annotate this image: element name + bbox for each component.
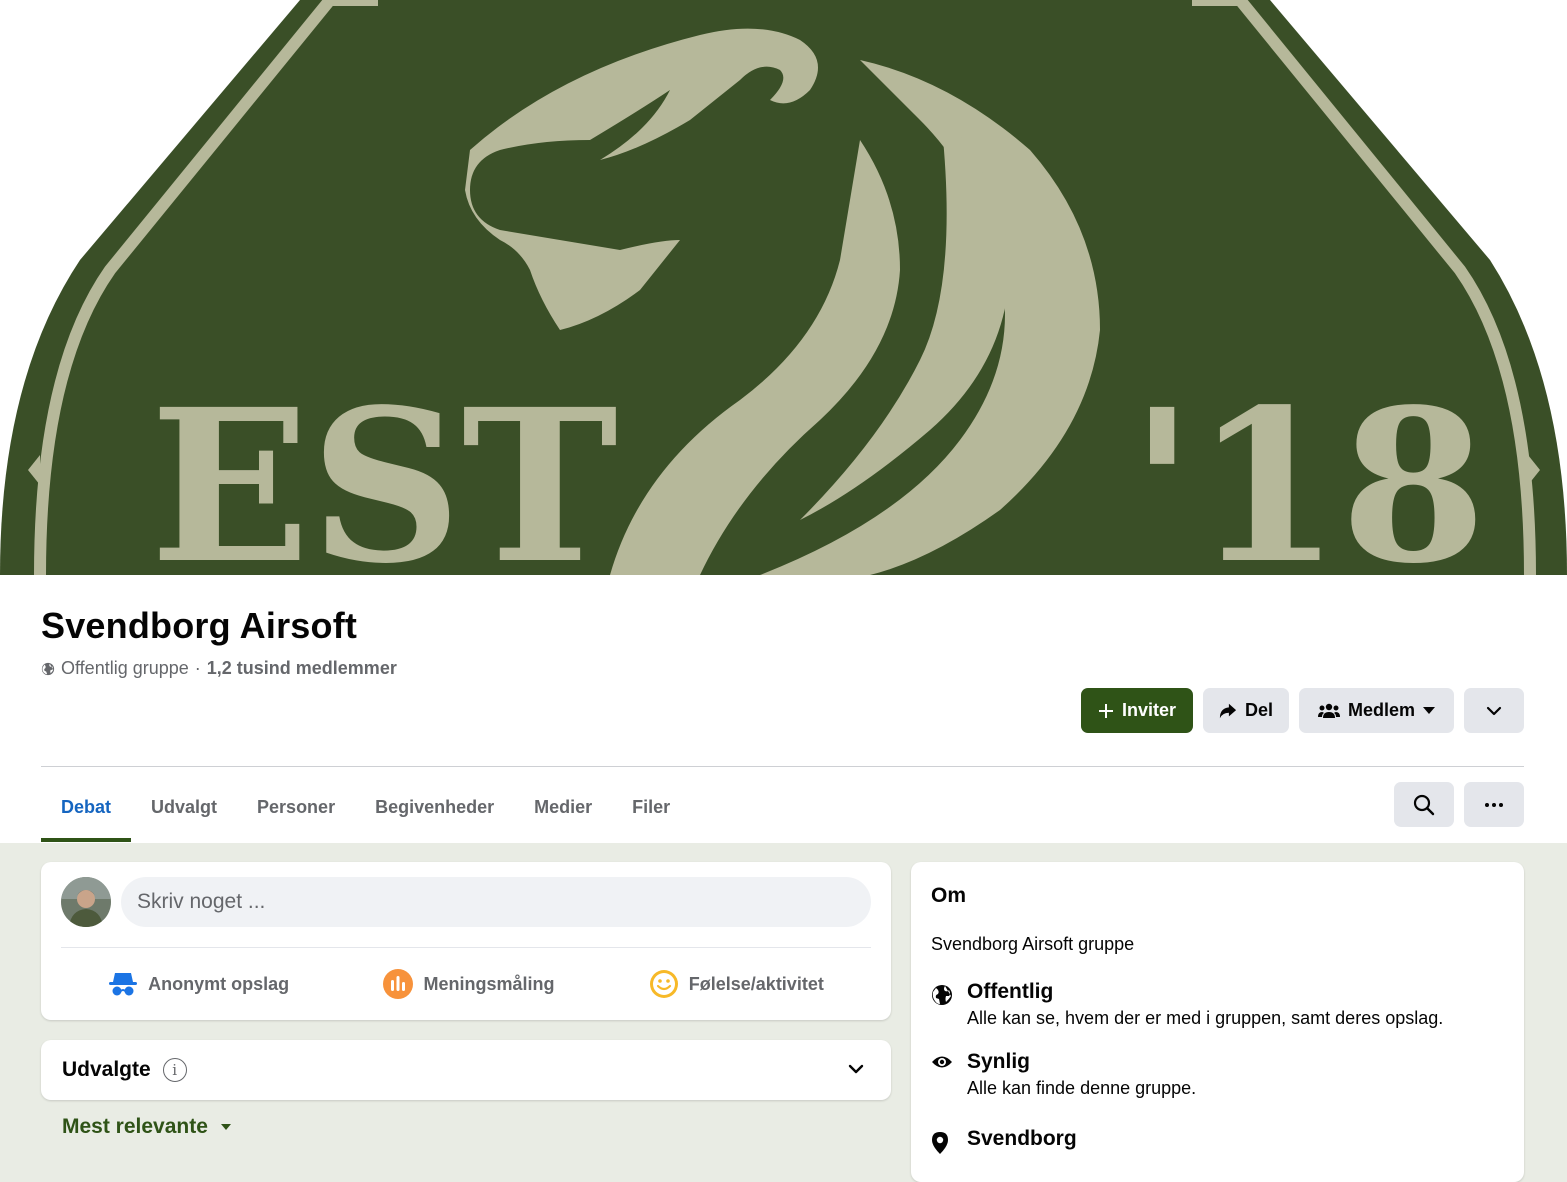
- tab-udvalgt[interactable]: Udvalgt: [131, 772, 237, 842]
- poll-option[interactable]: Meningsmåling: [383, 969, 554, 999]
- info-icon[interactable]: i: [162, 1058, 187, 1082]
- chevron-down-icon: [1486, 706, 1502, 715]
- more-button[interactable]: [1464, 782, 1524, 827]
- privacy-label[interactable]: Offentlig gruppe: [61, 658, 189, 679]
- tab-debat[interactable]: Debat: [41, 772, 132, 842]
- visibility-title: Synlig: [967, 1050, 1031, 1073]
- featured-title: Udvalgte: [62, 1058, 151, 1081]
- meta-separator: ·: [194, 658, 201, 678]
- composer-input[interactable]: Skriv noget ...: [121, 877, 871, 927]
- group-header: Svendborg Airsoft Offentlig gruppe · 1,2…: [0, 575, 1567, 843]
- feeling-activity-label: Følelse/aktivitet: [688, 973, 824, 994]
- group-name[interactable]: Svendborg Airsoft: [41, 605, 357, 647]
- about-title: Om: [931, 884, 967, 907]
- avatar[interactable]: [61, 877, 111, 927]
- poll-icon: [383, 969, 414, 999]
- search-icon: [1413, 794, 1435, 815]
- tab-actions: [1394, 782, 1524, 827]
- tab-medier[interactable]: Medier: [514, 772, 612, 842]
- cover-photo[interactable]: EST '18: [0, 0, 1567, 575]
- feeling-activity-option[interactable]: Følelse/aktivitet: [649, 969, 824, 999]
- post-composer: Skriv noget ... Anonymt opslag Meningsmå…: [41, 862, 891, 1020]
- cover-year-text: '18: [1130, 363, 1487, 575]
- share-arrow-icon: [1219, 703, 1237, 718]
- member-count[interactable]: 1,2 tusind medlemmer: [207, 658, 397, 679]
- eye-icon: [932, 1056, 952, 1068]
- globe-icon: [932, 985, 952, 1005]
- anonymous-post-label: Anonymt opslag: [148, 973, 290, 994]
- tab-personer[interactable]: Personer: [237, 772, 355, 842]
- location-title[interactable]: Svendborg: [967, 1127, 1077, 1151]
- featured-section[interactable]: Udvalgte i: [41, 1040, 891, 1100]
- member-button[interactable]: Medlem: [1299, 688, 1454, 733]
- globe-icon: [41, 662, 55, 675]
- composer-divider: [61, 947, 871, 948]
- tab-begivenheder[interactable]: Begivenheder: [355, 772, 514, 842]
- poll-label: Meningsmåling: [423, 973, 555, 994]
- chevron-down-icon[interactable]: [847, 1060, 865, 1078]
- tab-filer[interactable]: Filer: [612, 772, 690, 842]
- about-location-row: Svendborg: [931, 1127, 1077, 1160]
- group-tabs: Debat Udvalgt Personer Begivenheder Medi…: [41, 772, 690, 842]
- plus-icon: [1098, 703, 1113, 718]
- location-pin-icon: [932, 1132, 948, 1154]
- share-label: Del: [1244, 700, 1273, 720]
- group-meta: Offentlig gruppe · 1,2 tusind medlemmer: [41, 658, 397, 679]
- sort-label: Mest relevante: [62, 1115, 208, 1138]
- visibility-description: Alle kan finde denne gruppe.: [967, 1078, 1197, 1098]
- invite-button[interactable]: Inviter: [1081, 688, 1193, 733]
- privacy-description: Alle kan se, hvem der er med i gruppen, …: [967, 1008, 1444, 1028]
- invite-label: Inviter: [1121, 700, 1177, 720]
- header-divider: [41, 766, 1524, 767]
- cover-est-text: EST: [150, 363, 618, 575]
- sort-dropdown[interactable]: Mest relevante: [62, 1115, 232, 1139]
- about-card: Om Svendborg Airsoft gruppe Offentlig Al…: [911, 862, 1524, 1182]
- about-visibility-row: Synlig Alle kan finde denne gruppe.: [931, 1050, 1196, 1099]
- ellipsis-icon: [1485, 802, 1503, 807]
- caret-down-icon: [220, 1124, 231, 1130]
- members-icon: [1317, 703, 1340, 718]
- search-button[interactable]: [1394, 782, 1454, 827]
- about-privacy-row: Offentlig Alle kan se, hvem der er med i…: [931, 980, 1443, 1029]
- composer-options: Anonymt opslag Meningsmåling Følelse/akt…: [61, 962, 871, 1006]
- about-description: Svendborg Airsoft gruppe: [931, 934, 1135, 954]
- privacy-title: Offentlig: [967, 980, 1054, 1003]
- caret-down-icon: [1423, 706, 1436, 714]
- incognito-icon: [109, 973, 138, 996]
- smiley-icon: [649, 970, 678, 998]
- cover-logo-image: EST '18: [0, 0, 1567, 575]
- user-photo: [61, 877, 111, 927]
- more-options-dropdown-button[interactable]: [1464, 688, 1524, 733]
- anonymous-post-option[interactable]: Anonymt opslag: [108, 971, 289, 997]
- share-button[interactable]: Del: [1203, 688, 1289, 733]
- member-label: Medlem: [1347, 700, 1416, 720]
- group-actions: Inviter Del Medlem: [1081, 688, 1524, 733]
